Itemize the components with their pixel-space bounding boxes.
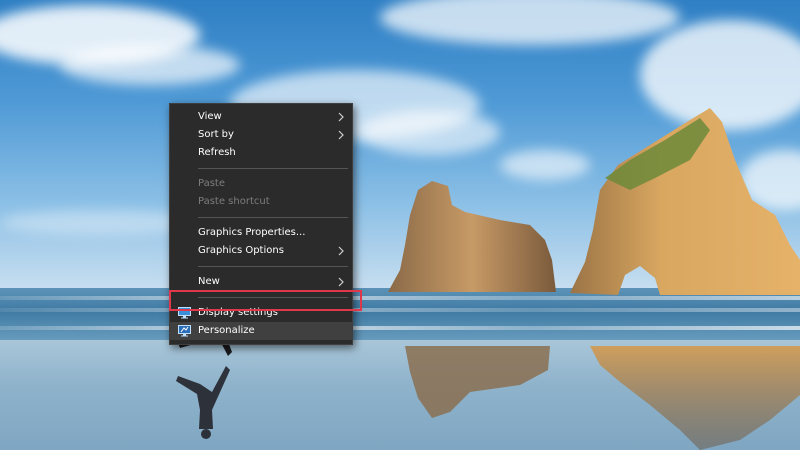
menu-item-refresh[interactable]: Refresh [170,144,352,162]
menu-item-graphics-options[interactable]: Graphics Options [170,242,352,260]
menu-item-paste-shortcut[interactable]: Paste shortcut [170,193,352,211]
submenu-arrow-icon [338,130,344,140]
desktop-context-menu: View Sort by Refresh Paste Paste shortcu… [169,103,353,345]
menu-item-label: Sort by [198,129,234,140]
menu-item-sort-by[interactable]: Sort by [170,126,352,144]
menu-item-label: New [198,276,220,287]
right-rock-reflection [590,346,800,450]
menu-item-label: Refresh [198,147,236,158]
menu-item-personalize[interactable]: Personalize [170,322,352,340]
personalize-icon [178,325,191,337]
desktop-wallpaper[interactable] [0,0,800,450]
left-rock-reflection [405,346,550,418]
menu-item-label: Paste shortcut [198,196,270,207]
menu-item-display-settings[interactable]: Display settings [170,304,352,322]
menu-separator [198,297,348,298]
menu-separator [198,168,348,169]
menu-item-label: Graphics Options [198,245,284,256]
menu-item-graphics-properties[interactable]: Graphics Properties... [170,224,352,242]
menu-item-label: Personalize [198,325,255,336]
wallpaper-rocks [176,108,800,450]
submenu-arrow-icon [338,112,344,122]
menu-separator [198,217,348,218]
display-settings-icon [178,307,191,319]
menu-item-label: Display settings [198,307,278,318]
menu-item-label: Graphics Properties... [198,227,306,238]
menu-item-label: View [198,111,222,122]
menu-item-view[interactable]: View [170,108,352,126]
left-rock-shape [388,181,556,292]
runner-reflection [176,366,230,439]
menu-item-paste[interactable]: Paste [170,175,352,193]
submenu-arrow-icon [338,277,344,287]
menu-separator [198,266,348,267]
menu-item-label: Paste [198,178,225,189]
submenu-arrow-icon [338,246,344,256]
menu-item-new[interactable]: New [170,273,352,291]
